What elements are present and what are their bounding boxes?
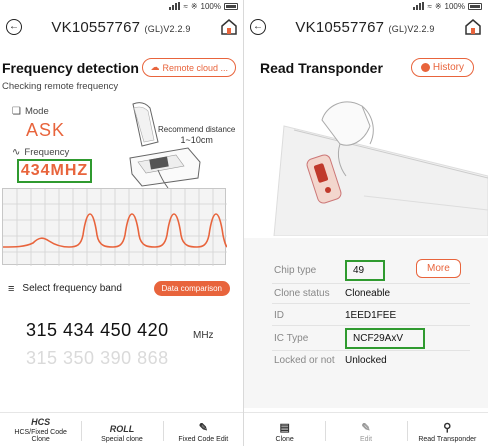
cloud-icon: ☁: [150, 62, 160, 72]
id-label: ID: [274, 310, 284, 321]
mode-value: ASK: [26, 120, 66, 140]
tab-edit[interactable]: ✎ Edit: [325, 413, 406, 446]
select-band-label: Select frequency band: [22, 283, 122, 294]
hand-reading-illustration: [273, 101, 488, 236]
pulse-icon: ∿: [12, 147, 21, 158]
frequency-band-options-faded[interactable]: 315 350 390 868: [26, 348, 169, 369]
row-divider: [272, 350, 470, 351]
recommend-distance: Recommend distance 1~10cm: [158, 124, 235, 146]
tab-label: Read Transponder: [418, 436, 477, 443]
edit-icon: ✎: [198, 422, 208, 434]
hcs-icon: HCS: [31, 417, 51, 427]
roll-icon: ROLL: [109, 424, 135, 434]
home-icon[interactable]: [220, 18, 238, 36]
mode-row: ❏ Mode: [12, 106, 49, 117]
signal-icon: [169, 2, 181, 10]
clone-status-value: Cloneable: [345, 288, 391, 299]
edit-icon: ✎: [361, 422, 371, 434]
locked-value: Unlocked: [345, 355, 387, 366]
wifi-icon: ≈: [183, 1, 188, 11]
frequency-detection-screen: ≈ ※ 100% ← VK10557767 (GL)V2.2.9 Frequen…: [0, 0, 244, 446]
recommend-distance-value: 1~10cm: [180, 135, 213, 145]
more-button[interactable]: More: [416, 259, 461, 278]
sliders-icon: ≡: [8, 282, 15, 295]
section-title: Frequency detection: [2, 59, 139, 76]
info-row-id: ID 1EED1FEE: [274, 310, 468, 321]
data-comparison-button[interactable]: Data comparison: [153, 281, 230, 296]
version-label: (GL)V2.2.9: [388, 23, 435, 34]
device-id: VK10557767: [295, 18, 385, 36]
recommend-distance-label: Recommend distance: [158, 125, 236, 134]
info-row-ic-type: IC Type NCF29AxV: [274, 328, 468, 349]
app-bar: ← VK10557767 (GL)V2.2.9: [0, 12, 244, 42]
info-row-clone-status: Clone status Cloneable: [274, 288, 468, 299]
device-id: VK10557767: [51, 18, 141, 36]
frequency-value: 434MHZ: [17, 159, 92, 183]
search-icon: ⚲: [443, 422, 452, 434]
id-value: 1EED1FEE: [345, 310, 397, 321]
clone-status-label: Clone status: [274, 288, 330, 299]
tab-clone[interactable]: ▤ Clone: [244, 413, 325, 446]
device-title: VK10557767 (GL)V2.2.9: [295, 19, 434, 36]
back-arrow-icon[interactable]: ←: [6, 19, 22, 35]
tab-label: Special clone: [101, 436, 143, 443]
clock-icon: [420, 63, 430, 72]
row-divider: [272, 303, 470, 304]
chip-type-label: Chip type: [274, 265, 317, 276]
remote-cloud-button[interactable]: ☁ Remote cloud ...: [142, 58, 236, 77]
battery-level: 100%: [444, 1, 465, 11]
signal-waveform: [2, 188, 228, 266]
bluetooth-icon: ※: [434, 1, 442, 11]
section-title: Read Transponder: [260, 59, 383, 76]
wifi-icon: ≈: [427, 1, 432, 11]
row-divider: [272, 283, 470, 284]
bottom-tab-bar: ▤ Clone ✎ Edit ⚲ Read Transponder: [244, 412, 488, 446]
battery-icon: [468, 2, 482, 10]
row-divider: [272, 325, 470, 326]
tab-label: Clone: [275, 436, 294, 443]
remote-cloud-label: Remote cloud ...: [162, 62, 228, 73]
select-band-row: ≡ Select frequency band Data comparison: [8, 281, 230, 296]
history-button[interactable]: History: [410, 58, 474, 77]
read-transponder-screen: ≈ ※ 100% ← VK10557767 (GL)V2.2.9 Read Tr…: [244, 0, 488, 446]
back-arrow-icon[interactable]: ←: [250, 19, 266, 35]
waveform-graph: [2, 189, 228, 266]
tab-special-clone[interactable]: ROLL Special clone: [81, 413, 162, 446]
frequency-row: ∿ Frequency: [12, 147, 69, 158]
app-bar: ← VK10557767 (GL)V2.2.9: [244, 12, 488, 42]
battery-icon: [224, 2, 238, 10]
home-icon[interactable]: [464, 18, 482, 36]
clone-icon: ▤: [279, 422, 290, 434]
frequency-label: Frequency: [24, 147, 70, 158]
status-text: Checking remote frequency: [2, 81, 119, 92]
status-bar: ≈ ※ 100%: [244, 0, 488, 12]
tab-label: HCS/Fixed Code Clone: [14, 429, 67, 443]
ic-type-value: NCF29AxV: [345, 328, 425, 349]
tab-label: Fixed Code Edit: [178, 436, 229, 443]
version-label: (GL)V2.2.9: [144, 23, 191, 34]
tab-label: Edit: [359, 436, 373, 443]
frequency-band-options[interactable]: 315 434 450 420: [26, 320, 169, 341]
bottom-tab-bar: HCS HCS/Fixed Code Clone ROLL Special cl…: [0, 412, 244, 446]
device-title: VK10557767 (GL)V2.2.9: [51, 19, 190, 36]
bluetooth-icon: ※: [190, 1, 198, 11]
unit-label: MHz: [193, 330, 214, 341]
signal-icon: [413, 2, 425, 10]
status-bar: ≈ ※ 100%: [0, 0, 244, 12]
chip-type-value: 49: [345, 260, 385, 281]
ic-type-label: IC Type: [274, 333, 309, 344]
cube-icon: ❏: [12, 106, 21, 117]
locked-label: Locked or not: [274, 355, 335, 366]
tab-read-transponder[interactable]: ⚲ Read Transponder: [406, 413, 488, 446]
history-label: History: [432, 62, 464, 73]
tab-hcs-clone[interactable]: HCS HCS/Fixed Code Clone: [0, 413, 81, 446]
battery-level: 100%: [200, 1, 221, 11]
info-row-locked: Locked or not Unlocked: [274, 355, 468, 366]
mode-label: Mode: [24, 106, 49, 117]
tab-fixed-code-edit[interactable]: ✎ Fixed Code Edit: [162, 413, 244, 446]
